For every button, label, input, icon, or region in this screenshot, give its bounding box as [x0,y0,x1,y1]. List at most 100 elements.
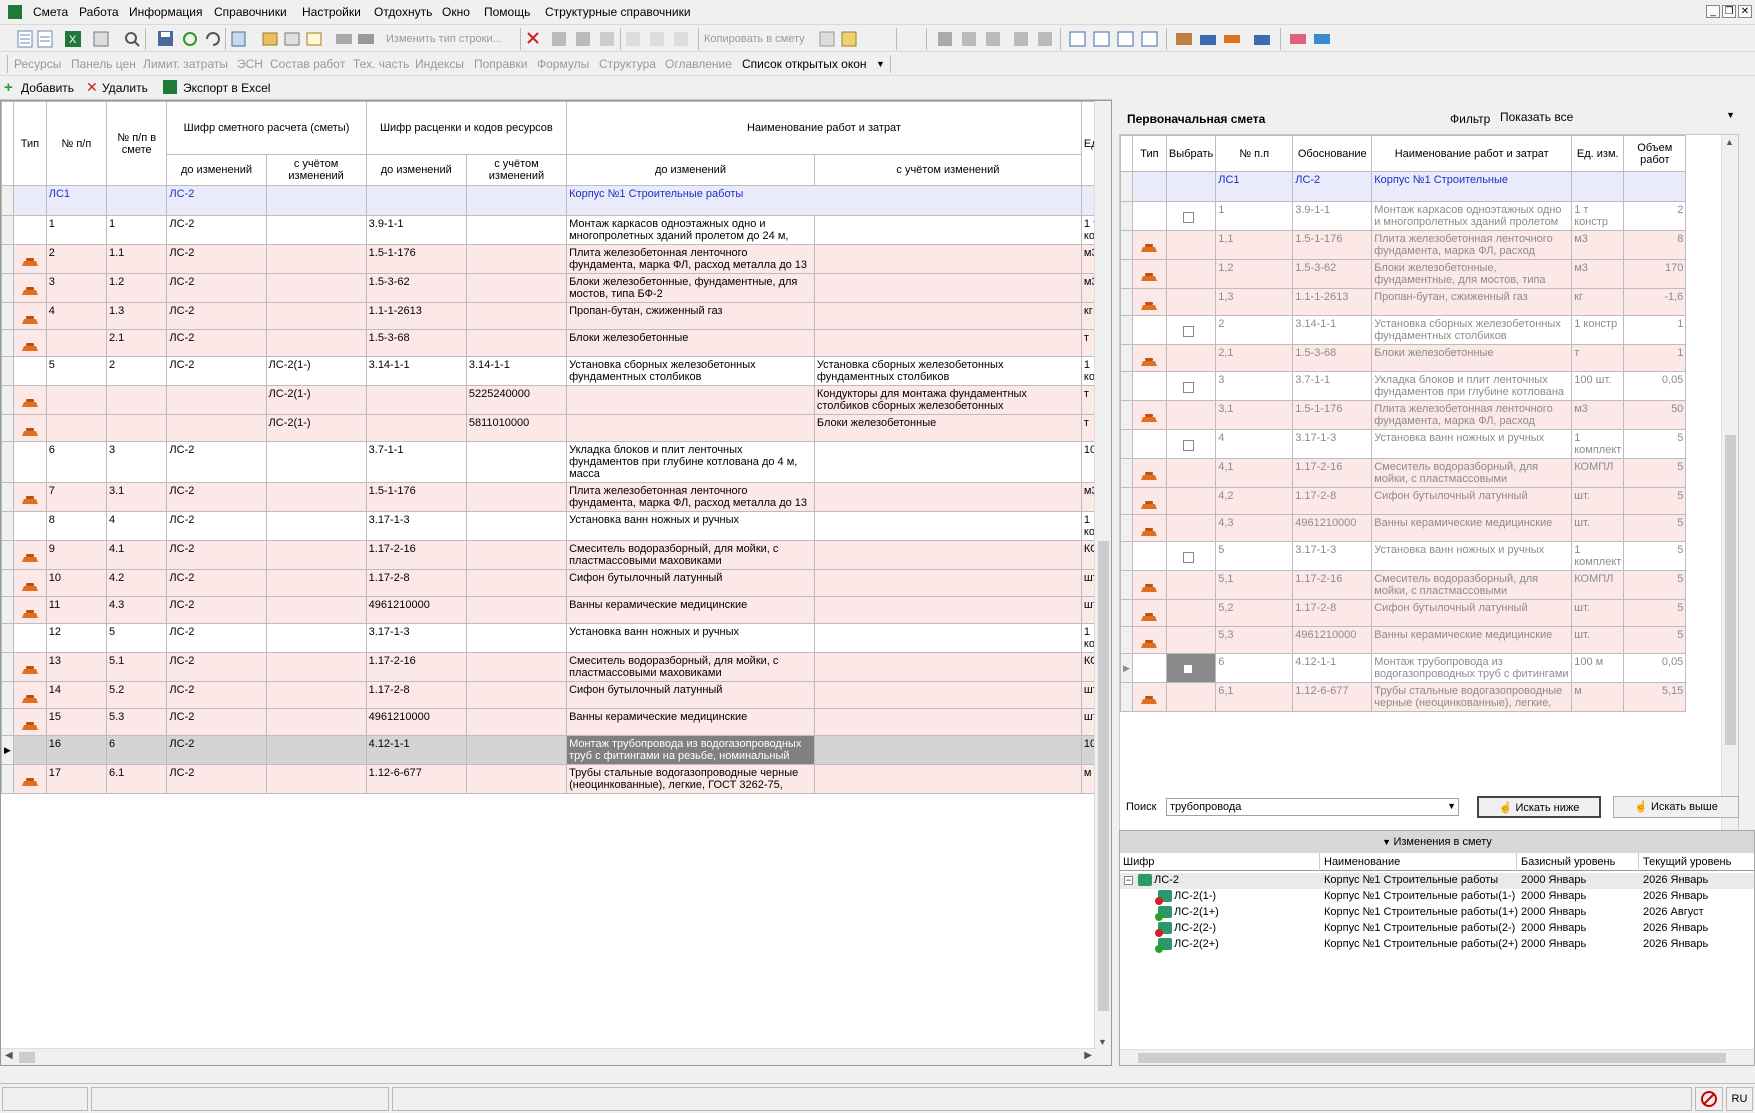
table-row[interactable]: 6 3 ЛС-2 3.7-1-1 Укладка блоков и плит ленто… [1,441,1111,483]
price-after-cell[interactable] [465,441,568,483]
calc-after-cell[interactable] [265,482,367,512]
unit-cell[interactable]: 1 констр [1571,315,1625,345]
price-after-cell[interactable] [465,511,568,541]
select-cell[interactable] [1165,315,1217,345]
menu-item[interactable]: Смета [33,5,68,19]
row-indicator[interactable] [1120,400,1133,430]
r-col-num-header[interactable]: № п.п [1215,135,1294,172]
name-before-cell[interactable]: Установка ванн ножных и ручных [566,511,815,541]
unit-cell[interactable]: шт. [1571,487,1625,515]
num-cell[interactable]: 5,2 [1215,599,1294,627]
panel-splitter[interactable] [1112,100,1119,1066]
est-num-cell[interactable]: 4.2 [105,569,168,597]
num-cell[interactable]: 1,1 [1215,230,1294,260]
ref-tab[interactable]: Тех. часть [353,57,409,71]
est-num-cell[interactable]: 1.2 [105,273,168,303]
est-num-cell[interactable]: 6 [105,735,168,765]
row-indicator[interactable] [1120,487,1133,515]
num-cell[interactable]: 11 [45,596,108,624]
name-before-cell[interactable] [566,385,815,415]
calc-after-cell[interactable] [265,623,367,653]
table-row[interactable]: 5,3 4961210000 Ванны керамические медицинс… [1120,626,1687,654]
calc-after-cell[interactable] [265,708,367,736]
est-num-cell[interactable]: 6.1 [105,764,168,794]
basis-cell[interactable]: 3.17-1-3 [1292,429,1373,459]
calc-before-cell[interactable] [166,414,267,442]
menu-item[interactable]: Справочники [214,5,287,19]
name-after-cell[interactable] [813,708,1082,736]
table-row[interactable]: 1,2 1.5-3-62 Блоки железобетонные, фундаме… [1120,259,1687,289]
changes-col-current[interactable]: Текущий уровень [1643,856,1731,868]
row-indicator[interactable] [1,244,14,274]
unit-cell[interactable]: шт. [1571,514,1625,542]
table-row[interactable]: 2,1 1.5-3-68 Блоки железобетонные т 1 [1120,344,1687,372]
delete-button[interactable]: Удалить [102,81,148,95]
name-cell[interactable]: Ванны керамические медицинские [1371,514,1573,542]
table-row[interactable]: 5,2 1.17-2-8 Сифон бутылочный латунный шт. 5 [1120,599,1687,627]
close-icon[interactable]: ✕ [1738,5,1752,18]
row-indicator[interactable] [1120,599,1133,627]
name-after-cell[interactable] [813,302,1082,330]
name-cell[interactable]: Плита железобетонная ленточного фундамен… [1371,400,1573,430]
table-row[interactable]: 1 1 ЛС-2 3.9-1-1 Монтаж каркасов одноэтажных… [1,215,1111,245]
basis-cell[interactable]: 1.5-3-68 [1292,344,1373,372]
row-indicator[interactable] [1120,344,1133,372]
price-before-cell[interactable]: 1.17-2-8 [365,681,467,709]
price-before-cell[interactable]: 4961210000 [365,596,467,624]
num-cell[interactable]: 16 [45,735,108,765]
num-cell[interactable]: 17 [45,764,108,794]
row-indicator[interactable] [1120,201,1133,231]
num-cell[interactable]: 9 [45,540,108,570]
minimize-icon[interactable]: _ [1706,5,1720,18]
col-calc-code-header[interactable]: Шифр сметного расчета (сметы) [166,101,367,155]
calc-after-cell[interactable] [265,764,367,794]
name-cell[interactable]: Установка ванн ножных и ручных [1371,541,1573,571]
name-cell[interactable]: Смеситель водоразборный, для мойки, с пл… [1371,570,1573,600]
name-cell[interactable]: Трубы стальные водогазопроводные черные … [1371,682,1573,712]
ref-tab[interactable]: Лимит. затраты [143,57,228,71]
volume-cell[interactable]: 5 [1623,570,1687,600]
table-row[interactable]: 3,1 1.5-1-176 Плита железобетонная ленточн… [1120,400,1687,430]
basis-cell[interactable]: 1.5-3-62 [1292,259,1373,289]
price-before-cell[interactable]: 1.12-6-677 [365,764,467,794]
name-after-cell[interactable] [813,511,1082,541]
name-after-cell[interactable]: Блоки железобетонные [813,414,1082,442]
calc-after-cell[interactable] [265,681,367,709]
name-before-cell[interactable] [566,414,815,442]
name-after-cell[interactable]: Установка сборных железобетонных фундаме… [813,356,1082,386]
section-row[interactable]: ЛС1 ЛС-2 Корпус №1 Строительные работы [1,185,1111,216]
right-vscroll-thumb[interactable] [1725,435,1736,745]
basis-cell[interactable]: 3.9-1-1 [1292,201,1373,231]
calc-before-cell[interactable]: ЛС-2 [166,764,267,794]
price-after-cell[interactable] [465,708,568,736]
name-after-cell[interactable] [813,540,1082,570]
table-row[interactable]: 6,1 1.12-6-677 Трубы стальные водогазопров… [1120,682,1687,712]
price-before-cell[interactable]: 4961210000 [365,708,467,736]
name-cell[interactable]: Установка ванн ножных и ручных [1371,429,1573,459]
table-row[interactable]: 2.1 ЛС-2 1.5-3-68 Блоки железобетонные т [1,329,1111,357]
name-cell[interactable]: Блоки железобетонные, фундаментные, для … [1371,259,1573,289]
name-before-cell[interactable]: Установка ванн ножных и ручных [566,623,815,653]
row-indicator[interactable] [1,329,14,357]
volume-cell[interactable]: 5 [1623,429,1687,459]
r-col-type-header[interactable]: Тип [1131,135,1167,172]
price-after-cell[interactable] [465,764,568,794]
price-after-cell[interactable]: 5225240000 [465,385,568,415]
table-row[interactable]: 15 5.3 ЛС-2 4961210000 Ванны керамические ме… [1,708,1111,736]
calc-after-cell[interactable] [265,652,367,682]
name-after-cell[interactable] [813,273,1082,303]
price-after-header[interactable]: с учётом изменений [465,154,568,186]
name-cell[interactable]: Монтаж каркасов одноэтажных одно и много… [1371,201,1573,231]
row-indicator[interactable] [1120,541,1133,571]
name-after-cell[interactable]: Кондукторы для монтажа фундаментных стол… [813,385,1082,415]
calc-before-cell[interactable]: ЛС-2 [166,273,267,303]
volume-cell[interactable]: 5 [1623,599,1687,627]
price-before-cell[interactable]: 1.17-2-16 [365,652,467,682]
select-checkbox[interactable] [1182,326,1194,337]
price-before-cell[interactable]: 1.1-1-2613 [365,302,467,330]
name-cell[interactable]: Пропан-бутан, сжиженный газ [1371,288,1573,316]
changes-hscrollbar[interactable] [1120,1049,1754,1065]
unit-cell[interactable]: КОМПЛ [1571,570,1625,600]
scroll-left-icon[interactable]: ◀ [5,1050,13,1061]
volume-cell[interactable]: 5,15 [1623,682,1687,712]
